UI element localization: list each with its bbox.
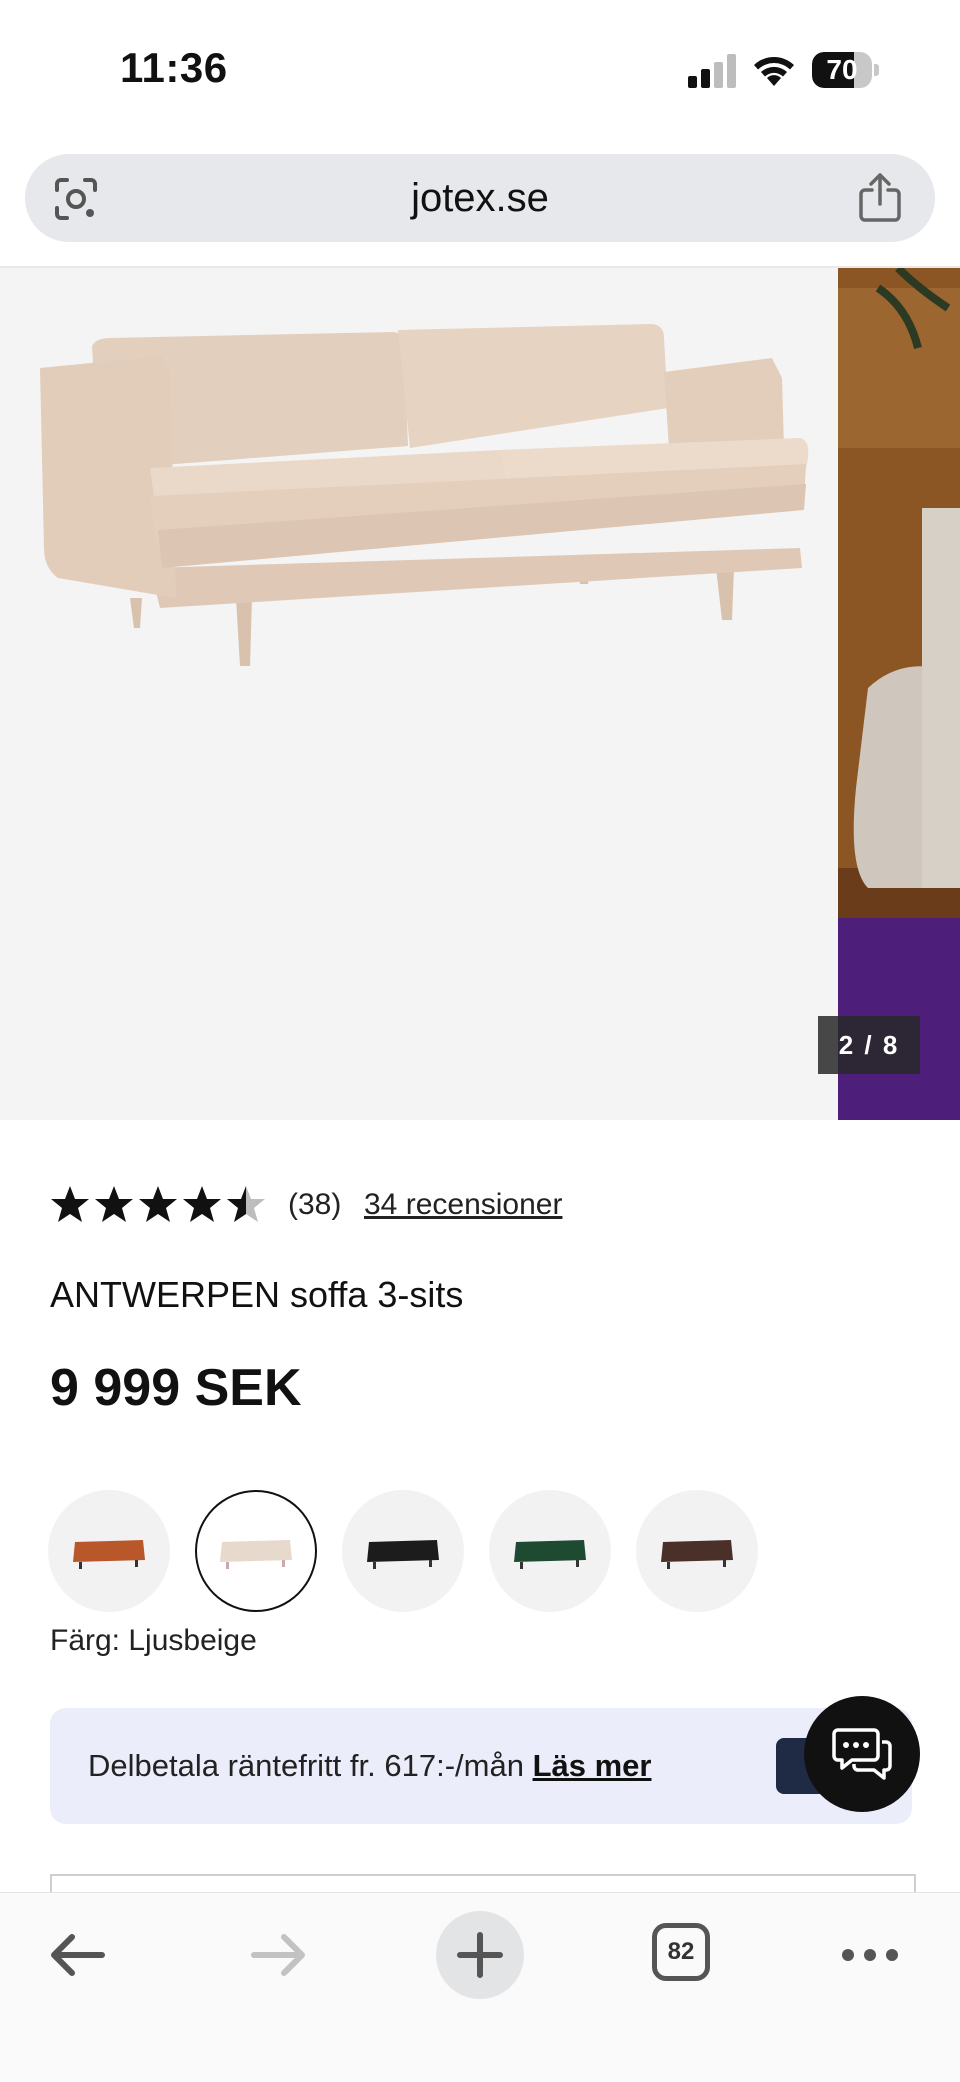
forward-icon xyxy=(251,1934,305,1976)
installment-banner[interactable]: Delbetala räntefritt fr. 617:-/mån Läs m… xyxy=(50,1708,912,1824)
tabs-button[interactable]: 82 xyxy=(652,1923,710,1981)
wifi-icon xyxy=(754,57,794,86)
new-tab-button[interactable] xyxy=(436,1911,524,1999)
star-icon xyxy=(51,1186,89,1222)
url-text[interactable]: jotex.se xyxy=(25,154,935,242)
color-swatch-orange[interactable] xyxy=(48,1490,170,1612)
color-swatch-light-beige[interactable] xyxy=(195,1490,317,1612)
product-title: ANTWERPEN soffa 3-sits xyxy=(50,1274,464,1315)
status-bar: 11:36 70 xyxy=(0,0,960,140)
room-illustration xyxy=(838,268,960,1120)
color-swatch-black[interactable] xyxy=(342,1490,464,1612)
rating-stars xyxy=(51,1186,265,1222)
chat-icon xyxy=(832,1728,892,1780)
half-star-icon xyxy=(227,1186,246,1222)
browser-toolbar: 82 xyxy=(0,1892,960,2082)
plus-icon xyxy=(457,1932,503,1978)
battery-level: 70 xyxy=(826,54,858,85)
installment-info: Delbetala räntefritt fr. 617:-/mån xyxy=(88,1748,533,1783)
forward-button[interactable] xyxy=(238,1915,318,1995)
back-icon xyxy=(51,1934,105,1976)
tabs-count: 82 xyxy=(667,1938,695,1965)
status-time: 11:36 xyxy=(120,44,228,91)
product-image[interactable] xyxy=(0,268,838,1120)
back-button[interactable] xyxy=(38,1915,118,1995)
sofa-illustration xyxy=(40,324,809,666)
next-product-image[interactable] xyxy=(838,268,960,1120)
read-more-link[interactable]: Läs mer xyxy=(533,1748,652,1783)
chat-button[interactable] xyxy=(804,1696,920,1812)
color-label: Färg: Ljusbeige xyxy=(50,1624,257,1657)
more-icon xyxy=(842,1949,898,1961)
share-icon[interactable] xyxy=(855,172,905,224)
signal-icon xyxy=(688,54,736,88)
image-counter: 2 / 8 xyxy=(818,1016,920,1074)
battery-icon: 70 xyxy=(812,52,880,88)
reviews-link[interactable]: 34 recensioner xyxy=(364,1188,562,1222)
color-swatches xyxy=(48,1490,768,1614)
product-gallery[interactable]: 2 / 8 xyxy=(0,268,960,1120)
address-bar[interactable]: jotex.se xyxy=(25,154,935,242)
more-button[interactable] xyxy=(830,1915,910,1995)
product-price: 9 999 SEK xyxy=(50,1359,302,1417)
color-swatch-green[interactable] xyxy=(489,1490,611,1612)
color-swatch-brown[interactable] xyxy=(636,1490,758,1612)
installment-text: Delbetala räntefritt fr. 617:-/mån Läs m… xyxy=(88,1708,651,1824)
star-icon xyxy=(95,1186,133,1222)
rating-count: (38) xyxy=(288,1188,342,1221)
star-icon xyxy=(139,1186,177,1222)
star-icon xyxy=(183,1186,221,1222)
